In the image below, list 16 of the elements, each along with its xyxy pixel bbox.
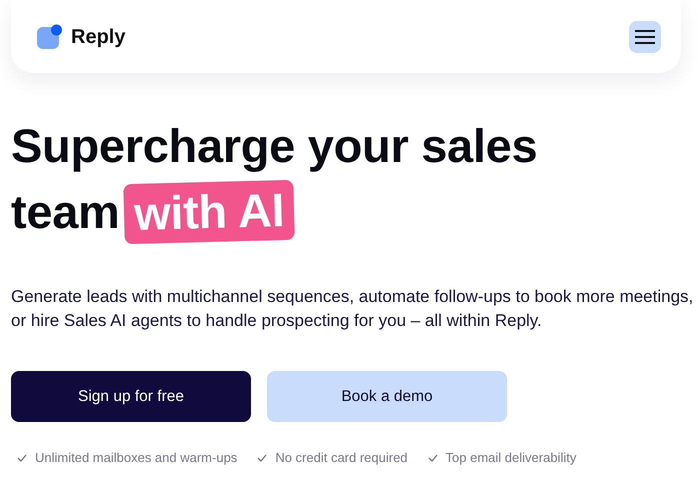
menu-icon <box>635 30 655 44</box>
logo-icon[interactable] <box>37 24 63 50</box>
check-icon <box>257 454 268 462</box>
feature-text: No credit card required <box>275 449 408 467</box>
feature-text: Top email deliverability <box>446 449 576 467</box>
description: Generate leads with multichannel sequences, automate follow-ups to book more meetings, or hire Sales AI agents to handle prospecting for you – all within Reply. <box>11 286 694 332</box>
headline: team <box>11 184 120 240</box>
demo-button[interactable]: Book a demo <box>267 371 507 422</box>
brand-name[interactable]: Reply <box>71 22 126 52</box>
check-icon <box>17 454 27 462</box>
menu-button[interactable] <box>629 20 661 52</box>
feature-text: Unlimited mailboxes and warm-ups <box>35 449 238 467</box>
check-icon <box>428 454 438 462</box>
headline: Supercharge your sales <box>11 118 538 174</box>
signup-button[interactable]: Sign up for free <box>11 371 251 422</box>
highlight-tag: with AI <box>122 180 294 244</box>
